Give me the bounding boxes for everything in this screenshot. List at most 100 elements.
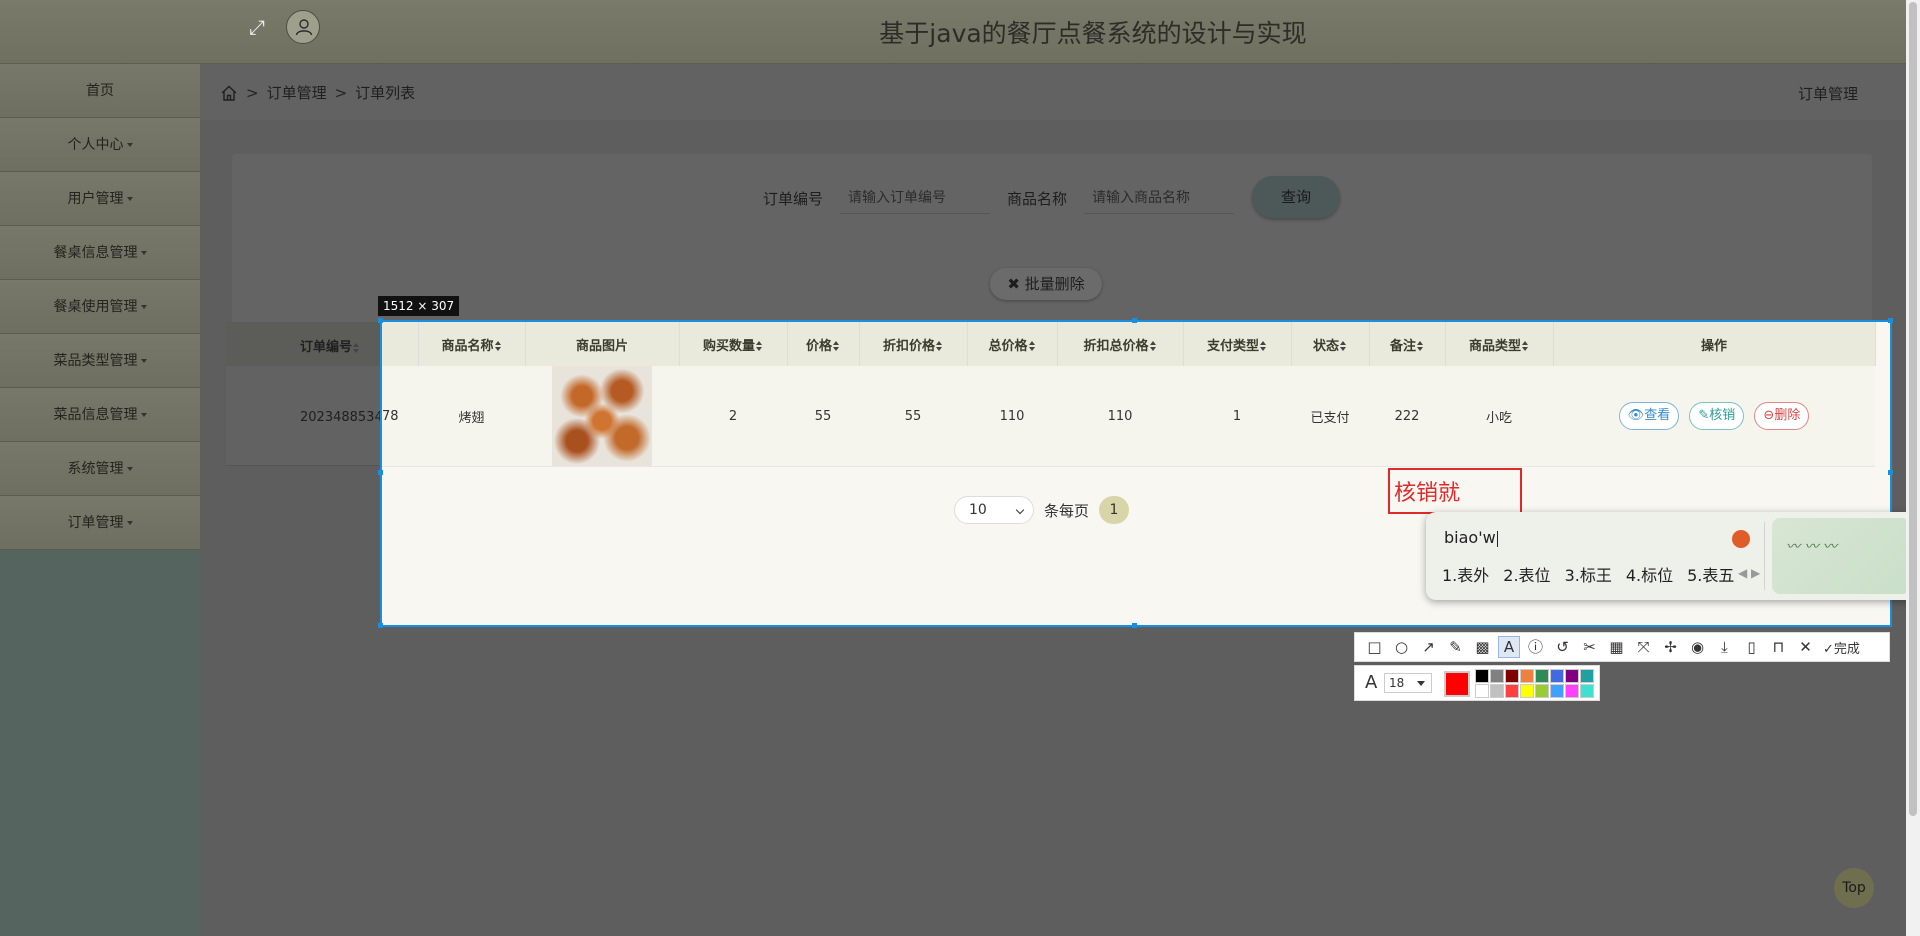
color-swatch[interactable]	[1475, 684, 1489, 698]
color-swatch[interactable]	[1535, 669, 1549, 683]
ime-candidate[interactable]: 4.标位	[1626, 562, 1673, 586]
sort-icon[interactable]	[1417, 341, 1424, 351]
rectangle-tool-icon[interactable]: □	[1361, 633, 1388, 661]
record-icon[interactable]: ◉	[1684, 633, 1711, 661]
ime-page-arrows-icon[interactable]: ◀ ▶	[1738, 566, 1760, 580]
cell-qty: 2	[679, 366, 787, 467]
query-button[interactable]: 查询	[1252, 176, 1340, 218]
sidebar-item-orders[interactable]: 订单管理	[0, 496, 200, 550]
ime-composition: biao'w	[1444, 528, 1496, 547]
color-swatch[interactable]	[1490, 684, 1504, 698]
sidebar-item-profile[interactable]: 个人中心	[0, 118, 200, 172]
undo-icon[interactable]: ↺	[1549, 633, 1576, 661]
color-swatch[interactable]	[1520, 684, 1534, 698]
sidebar-item-users[interactable]: 用户管理	[0, 172, 200, 226]
delete-button[interactable]: ⊖删除	[1754, 402, 1810, 430]
color-swatch[interactable]	[1550, 669, 1564, 683]
text-tool-icon[interactable]: A	[1498, 636, 1520, 658]
sort-icon[interactable]	[833, 341, 840, 351]
color-swatch[interactable]	[1505, 684, 1519, 698]
sort-icon[interactable]	[1028, 341, 1036, 351]
page-number-current[interactable]: 1	[1099, 496, 1130, 524]
resize-handle-tl[interactable]	[378, 318, 383, 323]
cell-actions: 👁查看 ✎核销 ⊖删除	[1553, 366, 1875, 467]
sidebar-item-system[interactable]: 系统管理	[0, 442, 200, 496]
sort-icon[interactable]	[353, 342, 360, 353]
ime-candidate[interactable]: 5.表五	[1687, 562, 1734, 586]
cell-order-no-tail: 78	[382, 366, 418, 467]
resize-handle-tr[interactable]	[1888, 318, 1893, 323]
color-swatch[interactable]	[1535, 684, 1549, 698]
ime-logo-icon[interactable]	[1732, 530, 1750, 548]
page-scrollbar[interactable]	[1906, 0, 1920, 936]
edit-icon: ✎	[1698, 408, 1710, 423]
color-swatch[interactable]	[1565, 669, 1579, 683]
ime-skin-decoration: 〰 〰 〰	[1786, 539, 1837, 555]
color-swatch[interactable]	[1565, 684, 1579, 698]
scrollbar-thumb[interactable]	[1909, 2, 1917, 816]
sidebar-item-dish-info[interactable]: 菜品信息管理	[0, 388, 200, 442]
ocr-icon[interactable]: ▦	[1603, 633, 1630, 661]
resize-handle-t[interactable]	[1132, 318, 1137, 323]
color-swatch[interactable]	[1505, 669, 1519, 683]
cut-icon[interactable]: ✂	[1576, 633, 1603, 661]
color-swatch[interactable]	[1580, 669, 1594, 683]
font-size-select[interactable]: 18	[1384, 673, 1432, 693]
translate-icon[interactable]: ⤧	[1630, 633, 1657, 661]
product-image[interactable]	[552, 366, 652, 466]
done-button[interactable]: ✓完成	[1823, 638, 1860, 657]
text-annotation[interactable]: 核销就	[1388, 468, 1522, 514]
sidebar-item-table-info[interactable]: 餐桌信息管理	[0, 226, 200, 280]
resize-handle-b[interactable]	[1132, 623, 1137, 628]
sidebar-item-table-usage[interactable]: 餐桌使用管理	[0, 280, 200, 334]
font-icon: A	[1365, 672, 1378, 693]
product-name-input[interactable]	[1084, 182, 1234, 214]
breadcrumb-orders[interactable]: 订单管理	[267, 82, 327, 103]
capture-toolbar: □ ○ ↗ ✎ ▩ A ⓘ ↺ ✂ ▦ ⤧ ✢ ◉ ⤓ ▯ ⊓ ✕ ✓完成	[1354, 632, 1890, 662]
color-swatch[interactable]	[1520, 669, 1534, 683]
home-icon[interactable]	[220, 84, 238, 102]
mosaic-tool-icon[interactable]: ▩	[1469, 633, 1496, 661]
page-size-select[interactable]: 10	[954, 496, 1034, 524]
table-header: 商品名称 商品图片 购买数量 价格 折扣价格 总价格 折扣总价格 支付类型 状态…	[382, 322, 1876, 366]
current-color-swatch[interactable]	[1444, 671, 1470, 697]
ime-candidate[interactable]: 2.表位	[1503, 562, 1550, 586]
sort-icon[interactable]	[1149, 341, 1157, 351]
sidebar-item-home[interactable]: 首页	[0, 64, 200, 118]
sort-icon[interactable]	[1260, 341, 1267, 351]
sort-icon[interactable]	[756, 341, 763, 351]
view-button[interactable]: 👁查看	[1618, 402, 1680, 430]
ime-candidate[interactable]: 3.标王	[1565, 562, 1612, 586]
download-icon[interactable]: ⤓	[1711, 633, 1738, 661]
col-header-price: 价格	[787, 322, 860, 366]
order-no-input[interactable]	[840, 182, 990, 214]
resize-handle-r[interactable]	[1888, 470, 1893, 475]
color-swatch[interactable]	[1550, 684, 1564, 698]
col-header-qty: 购买数量	[679, 322, 788, 366]
color-swatch[interactable]	[1475, 669, 1489, 683]
color-swatch[interactable]	[1490, 669, 1504, 683]
resize-handle-l[interactable]	[378, 470, 383, 475]
sort-icon[interactable]	[1522, 341, 1529, 351]
ime-candidate[interactable]: 1.表外	[1442, 562, 1489, 586]
bookmark-icon[interactable]: ⊓	[1765, 633, 1792, 661]
sort-icon[interactable]	[494, 341, 502, 351]
pin-icon[interactable]: ✢	[1657, 633, 1684, 661]
sidebar-item-dish-types[interactable]: 菜品类型管理	[0, 334, 200, 388]
text-style-bar: A 18	[1354, 665, 1600, 701]
cell-status: 已支付	[1291, 366, 1369, 467]
back-to-top-button[interactable]: Top	[1834, 868, 1874, 908]
pen-tool-icon[interactable]: ✎	[1442, 633, 1469, 661]
arrow-tool-icon[interactable]: ↗	[1415, 633, 1442, 661]
sort-icon[interactable]	[936, 341, 943, 351]
verify-button[interactable]: ✎核销	[1689, 402, 1745, 430]
batch-delete-button[interactable]: ✖ 批量删除	[990, 268, 1102, 300]
resize-handle-bl[interactable]	[378, 623, 383, 628]
phone-icon[interactable]: ▯	[1738, 633, 1765, 661]
sequence-tool-icon[interactable]: ⓘ	[1522, 633, 1549, 661]
close-icon[interactable]: ✕	[1792, 633, 1819, 661]
color-swatch[interactable]	[1580, 684, 1594, 698]
pagination: 10 条每页 1	[954, 496, 1130, 524]
sort-icon[interactable]	[1340, 341, 1347, 351]
ellipse-tool-icon[interactable]: ○	[1388, 633, 1415, 661]
